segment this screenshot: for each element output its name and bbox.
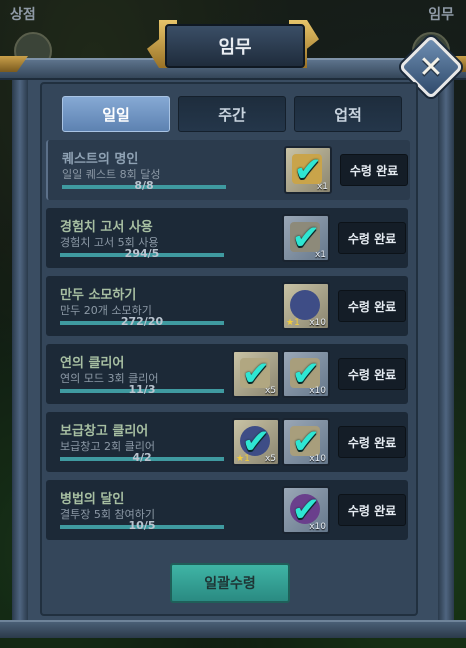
reward-slot[interactable]: ✔ x10 — [282, 350, 330, 398]
reward-slot[interactable]: ✔ x5 — [232, 350, 280, 398]
tab-weekly[interactable]: 주간 — [178, 96, 286, 132]
title-banner: 임무 — [147, 18, 319, 70]
background-mission-label: 임무 — [428, 7, 454, 23]
claim-complete-button[interactable]: 수령 완료 — [338, 358, 406, 390]
tab-daily[interactable]: 일일 — [62, 96, 170, 132]
reward-quantity: x1 — [316, 182, 328, 192]
frame-right-pillar — [438, 70, 454, 630]
quest-row: 만두 소모하기 만두 20개 소모하기 272/20 ★1 x10 수령 완료 — [46, 276, 408, 336]
list-fade-overlay — [42, 545, 412, 565]
quest-progress-text: 4/2 — [132, 451, 152, 464]
quest-title: 보급창고 클리어 — [60, 424, 149, 439]
quest-row: 연의 클리어 연의 모드 3회 클리어 11/3 ✔ x5 ✔ x10 수령 완… — [46, 344, 408, 404]
star-icon: ★1 — [286, 318, 300, 328]
reward-slot[interactable]: ✔ x10 — [282, 418, 330, 466]
quest-row: 보급창고 클리어 보급창고 2회 클리어 4/2 ✔ ★1 x5 ✔ x10 수… — [46, 412, 408, 472]
reward-quantity: x10 — [309, 386, 326, 396]
reward-star-count: 1 — [294, 318, 300, 328]
gem-icon — [290, 290, 320, 320]
reward-star-count: 1 — [244, 454, 250, 464]
reward-slot[interactable]: ✔ ★1 x5 — [232, 418, 280, 466]
quest-title: 퀘스트의 명인 — [62, 152, 139, 167]
reward-quantity: x10 — [309, 522, 326, 532]
window-title: 임무 — [165, 24, 305, 68]
quest-row: 병법의 달인 결투장 5회 참여하기 10/5 ✔ x10 수령 완료 — [46, 480, 408, 540]
quest-title: 병법의 달인 — [60, 492, 125, 507]
tab-achievements[interactable]: 업적 — [294, 96, 402, 132]
claim-all-button[interactable]: 일괄수령 — [170, 563, 290, 603]
reward-slot[interactable]: ✔ x1 — [282, 214, 330, 262]
claim-complete-button[interactable]: 수령 완료 — [340, 154, 408, 186]
quest-progress-text: 8/8 — [134, 179, 154, 192]
reward-quantity: x10 — [309, 318, 326, 328]
reward-quantity: x1 — [314, 250, 326, 260]
reward-quantity: x5 — [264, 454, 276, 464]
background-shop-label: 상점 — [10, 7, 36, 23]
quest-row: 퀘스트의 명인 일일 퀘스트 8회 달성 8/8 ✔ x1 수령 완료 — [46, 140, 410, 200]
claim-complete-button[interactable]: 수령 완료 — [338, 222, 406, 254]
claim-complete-button[interactable]: 수령 완료 — [338, 494, 406, 526]
reward-slot[interactable]: ✔ x1 — [284, 146, 332, 194]
quest-row: 경험치 고서 사용 경험치 고서 5회 사용 294/5 ✔ x1 수령 완료 — [46, 208, 408, 268]
quest-progress-text: 11/3 — [128, 383, 156, 396]
quest-progress-text: 10/5 — [128, 519, 156, 532]
claim-complete-button[interactable]: 수령 완료 — [338, 426, 406, 458]
quest-title: 연의 클리어 — [60, 356, 125, 371]
quest-progress-text: 272/20 — [120, 315, 164, 328]
frame-left-pillar — [12, 70, 28, 630]
reward-quantity: x5 — [264, 386, 276, 396]
quest-title: 경험치 고서 사용 — [60, 220, 153, 235]
claim-complete-button[interactable]: 수령 완료 — [338, 290, 406, 322]
quest-progress-text: 294/5 — [124, 247, 160, 260]
reward-slot[interactable]: ★1 x10 — [282, 282, 330, 330]
star-icon: ★1 — [236, 454, 250, 464]
reward-slot[interactable]: ✔ x10 — [282, 486, 330, 534]
reward-quantity: x10 — [309, 454, 326, 464]
quest-title: 만두 소모하기 — [60, 288, 137, 303]
frame-bottom-bar — [0, 620, 466, 638]
tab-bar: 일일 주간 업적 — [62, 96, 402, 132]
